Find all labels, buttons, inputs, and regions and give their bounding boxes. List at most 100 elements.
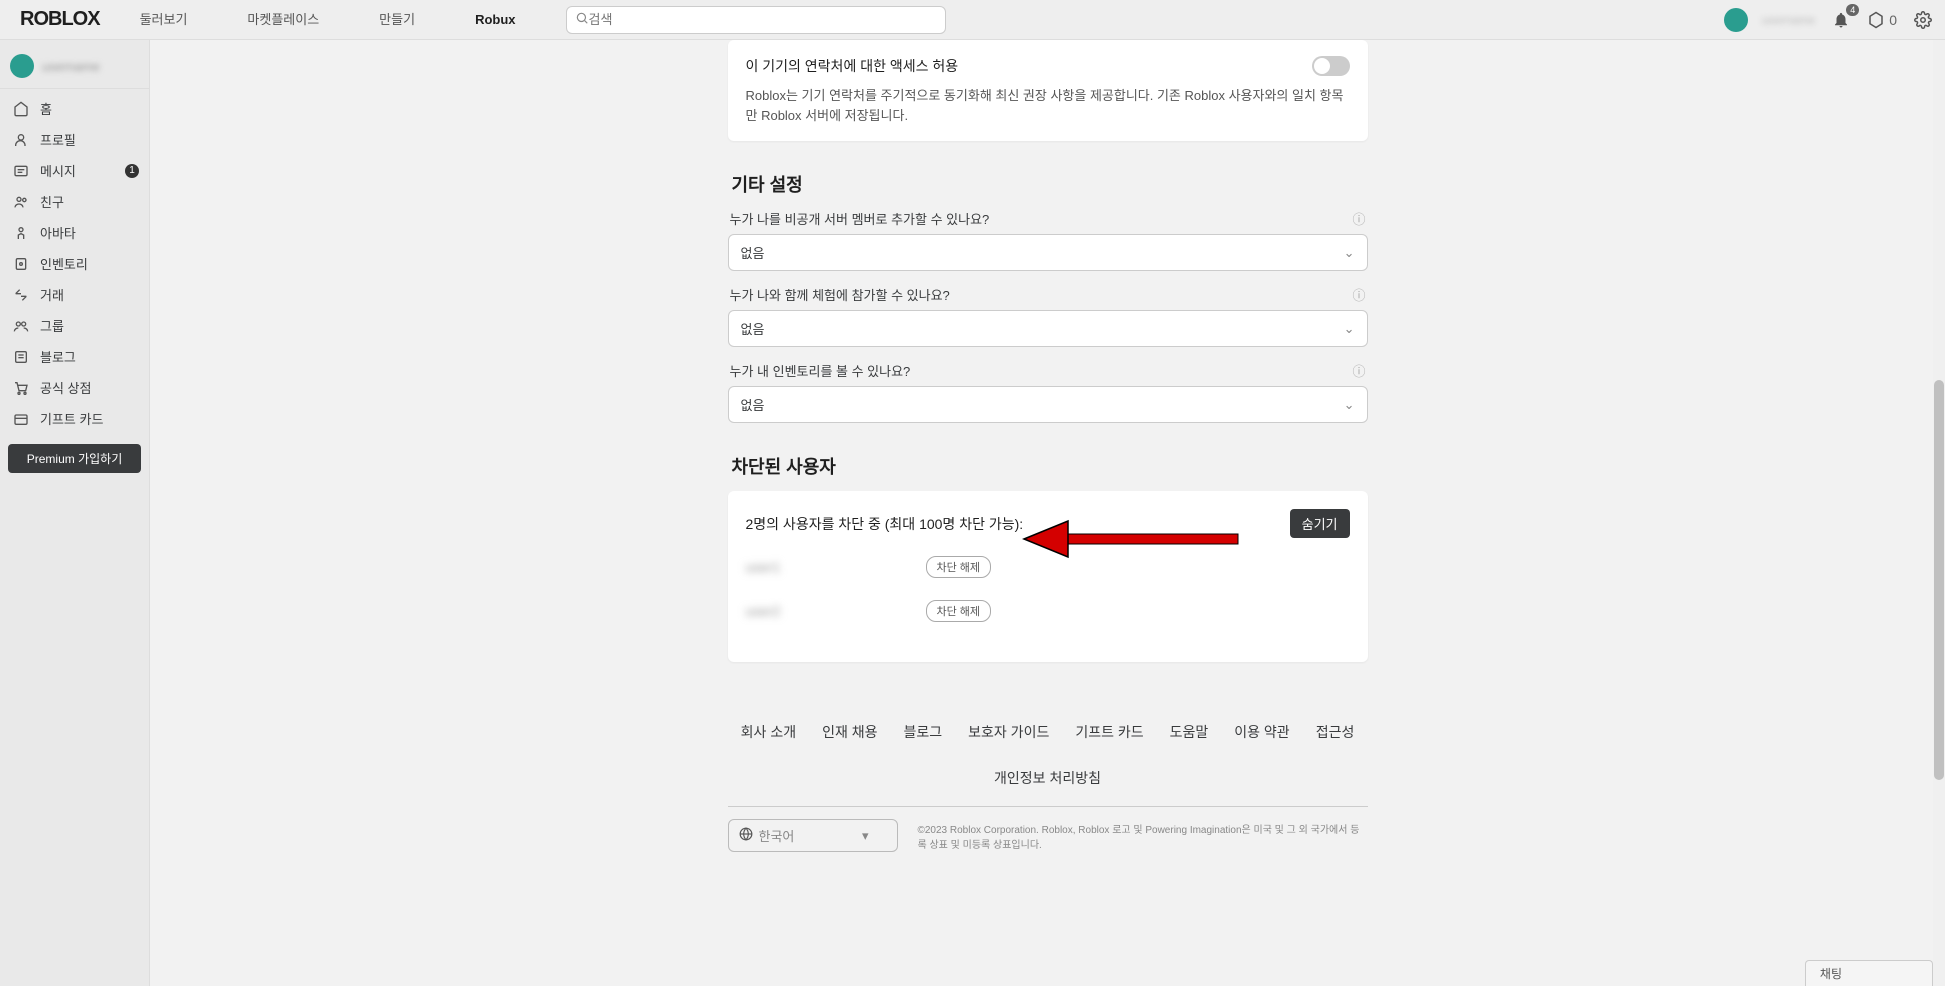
scrollbar[interactable] bbox=[1933, 40, 1945, 986]
avatar[interactable] bbox=[1724, 8, 1748, 32]
footer-link[interactable]: 접근성 bbox=[1316, 722, 1355, 742]
avatar-icon bbox=[12, 224, 30, 242]
unblock-button[interactable]: 차단 해제 bbox=[926, 556, 992, 578]
inventory-icon bbox=[12, 255, 30, 273]
sidebar-item-label: 인벤토리 bbox=[40, 254, 88, 273]
sidebar-item-message[interactable]: 메시지1 bbox=[0, 155, 149, 186]
sidebar-item-friends[interactable]: 친구 bbox=[0, 186, 149, 217]
profile-icon bbox=[12, 131, 30, 149]
home-icon bbox=[12, 100, 30, 118]
contact-access-desc: Roblox는 기기 연락처를 주기적으로 동기화해 최신 권장 사항을 제공합… bbox=[746, 86, 1350, 125]
sidebar-user[interactable]: username bbox=[0, 48, 149, 84]
sidebar-item-label: 프로필 bbox=[40, 130, 76, 149]
nav-robux[interactable]: Robux bbox=[445, 0, 545, 40]
setting-label: 누가 나를 비공개 서버 멤버로 추가할 수 있나요? bbox=[730, 209, 990, 228]
blog-icon bbox=[12, 348, 30, 366]
chevron-down-icon: ⌄ bbox=[1344, 397, 1355, 413]
main-content: 이 기기의 연락처에 대한 액세스 허용 Roblox는 기기 연락처를 주기적… bbox=[150, 40, 1945, 986]
setting-value: 없음 bbox=[741, 319, 765, 338]
scrollbar-thumb[interactable] bbox=[1934, 380, 1944, 780]
nav-create[interactable]: 만들기 bbox=[349, 0, 445, 40]
footer-link[interactable]: 이용 약관 bbox=[1234, 722, 1289, 742]
contact-access-toggle[interactable] bbox=[1312, 56, 1350, 76]
sidebar-item-blog[interactable]: 블로그 bbox=[0, 341, 149, 372]
sidebar: username 홈프로필메시지1 친구아바타인벤토리거래그룹블로그공식 상점기프… bbox=[0, 40, 150, 986]
message-icon bbox=[12, 162, 30, 180]
group-icon bbox=[12, 317, 30, 335]
setting-select[interactable]: 없음 ⌄ bbox=[728, 234, 1368, 271]
globe-icon bbox=[739, 827, 753, 844]
sidebar-item-label: 아바타 bbox=[40, 223, 76, 242]
blocked-username: user1 bbox=[746, 559, 926, 575]
topbar: ROBLOX 둘러보기 마켓플레이스 만들기 Robux username 4 … bbox=[0, 0, 1945, 40]
notifications-button[interactable]: 4 bbox=[1829, 8, 1853, 32]
blocked-user-row: user1차단 해제 bbox=[746, 556, 1350, 578]
notif-badge: 4 bbox=[1846, 4, 1859, 16]
sidebar-item-label: 그룹 bbox=[40, 316, 64, 335]
sidebar-avatar bbox=[10, 54, 34, 78]
sidebar-item-profile[interactable]: 프로필 bbox=[0, 124, 149, 155]
friends-icon bbox=[12, 193, 30, 211]
blocked-count-text: 2명의 사용자를 차단 중 (최대 100명 차단 가능): bbox=[746, 514, 1024, 534]
chevron-down-icon: ⌄ bbox=[1344, 321, 1355, 337]
setting-select[interactable]: 없음 ⌄ bbox=[728, 310, 1368, 347]
setting-value: 없음 bbox=[741, 395, 765, 414]
other-settings-title: 기타 설정 bbox=[732, 171, 1368, 197]
blocked-user-row: user2차단 해제 bbox=[746, 600, 1350, 622]
sidebar-item-home[interactable]: 홈 bbox=[0, 93, 149, 124]
blocked-users-card: 2명의 사용자를 차단 중 (최대 100명 차단 가능): 숨기기 user1… bbox=[728, 491, 1368, 662]
language-select[interactable]: 한국어 ▾ bbox=[728, 819, 898, 852]
sidebar-item-group[interactable]: 그룹 bbox=[0, 310, 149, 341]
sidebar-username: username bbox=[42, 59, 100, 74]
help-icon[interactable]: ⓘ bbox=[1352, 285, 1365, 304]
contact-access-title: 이 기기의 연락처에 대한 액세스 허용 bbox=[746, 56, 959, 76]
sidebar-item-giftcard[interactable]: 기프트 카드 bbox=[0, 403, 149, 434]
nav-marketplace[interactable]: 마켓플레이스 bbox=[217, 0, 349, 40]
sidebar-item-label: 블로그 bbox=[40, 347, 76, 366]
help-icon[interactable]: ⓘ bbox=[1352, 361, 1365, 380]
copyright-text: ©2023 Roblox Corporation. Roblox, Roblox… bbox=[918, 821, 1368, 851]
help-icon[interactable]: ⓘ bbox=[1352, 209, 1365, 228]
chat-tab[interactable]: 채팅 bbox=[1805, 960, 1933, 986]
search-input[interactable] bbox=[589, 12, 937, 27]
search-box[interactable] bbox=[566, 6, 946, 34]
sidebar-item-avatar[interactable]: 아바타 bbox=[0, 217, 149, 248]
trade-icon bbox=[12, 286, 30, 304]
footer-link[interactable]: 블로그 bbox=[904, 722, 943, 742]
footer-link[interactable]: 회사 소개 bbox=[741, 722, 796, 742]
sidebar-item-trade[interactable]: 거래 bbox=[0, 279, 149, 310]
top-nav: 둘러보기 마켓플레이스 만들기 Robux bbox=[110, 0, 546, 40]
settings-button[interactable] bbox=[1911, 8, 1935, 32]
chevron-down-icon: ⌄ bbox=[1344, 245, 1355, 261]
footer-links: 회사 소개 인재 채용 블로그 보호자 가이드 기프트 카드 도움말 이용 약관 접근성개인정… bbox=[728, 722, 1368, 788]
sidebar-item-inventory[interactable]: 인벤토리 bbox=[0, 248, 149, 279]
footer-link[interactable]: 도움말 bbox=[1170, 722, 1209, 742]
sidebar-item-shop[interactable]: 공식 상점 bbox=[0, 372, 149, 403]
setting-value: 없음 bbox=[741, 243, 765, 262]
unblock-button[interactable]: 차단 해제 bbox=[926, 600, 992, 622]
hide-button[interactable]: 숨기기 bbox=[1290, 509, 1350, 538]
sidebar-item-label: 공식 상점 bbox=[40, 378, 91, 397]
logo[interactable]: ROBLOX bbox=[10, 8, 110, 31]
setting-label: 누가 나와 함께 체험에 참가할 수 있나요? bbox=[730, 285, 950, 304]
footer-link[interactable]: 인재 채용 bbox=[822, 722, 877, 742]
setting-label: 누가 내 인벤토리를 볼 수 있나요? bbox=[730, 361, 911, 380]
sidebar-item-label: 친구 bbox=[40, 192, 64, 211]
shop-icon bbox=[12, 379, 30, 397]
sidebar-item-label: 거래 bbox=[40, 285, 64, 304]
username-display: username bbox=[1762, 13, 1815, 27]
footer-bottom: 한국어 ▾ ©2023 Roblox Corporation. Roblox, … bbox=[728, 819, 1368, 852]
sidebar-item-label: 기프트 카드 bbox=[40, 409, 103, 428]
footer-link[interactable]: 개인정보 처리방침 bbox=[994, 768, 1101, 788]
footer-link[interactable]: 보호자 가이드 bbox=[968, 722, 1049, 742]
setting-select[interactable]: 없음 ⌄ bbox=[728, 386, 1368, 423]
nav-discover[interactable]: 둘러보기 bbox=[110, 0, 218, 40]
footer-link[interactable]: 기프트 카드 bbox=[1075, 722, 1143, 742]
search-icon bbox=[575, 11, 589, 28]
setting-row: 누가 나와 함께 체험에 참가할 수 있나요? ⓘ 없음 ⌄ bbox=[728, 285, 1368, 347]
robux-balance[interactable]: 0 bbox=[1867, 11, 1897, 29]
topbar-right: username 4 0 bbox=[1724, 8, 1935, 32]
language-label: 한국어 bbox=[759, 826, 795, 845]
premium-button[interactable]: Premium 가입하기 bbox=[8, 444, 141, 473]
setting-row: 누가 나를 비공개 서버 멤버로 추가할 수 있나요? ⓘ 없음 ⌄ bbox=[728, 209, 1368, 271]
